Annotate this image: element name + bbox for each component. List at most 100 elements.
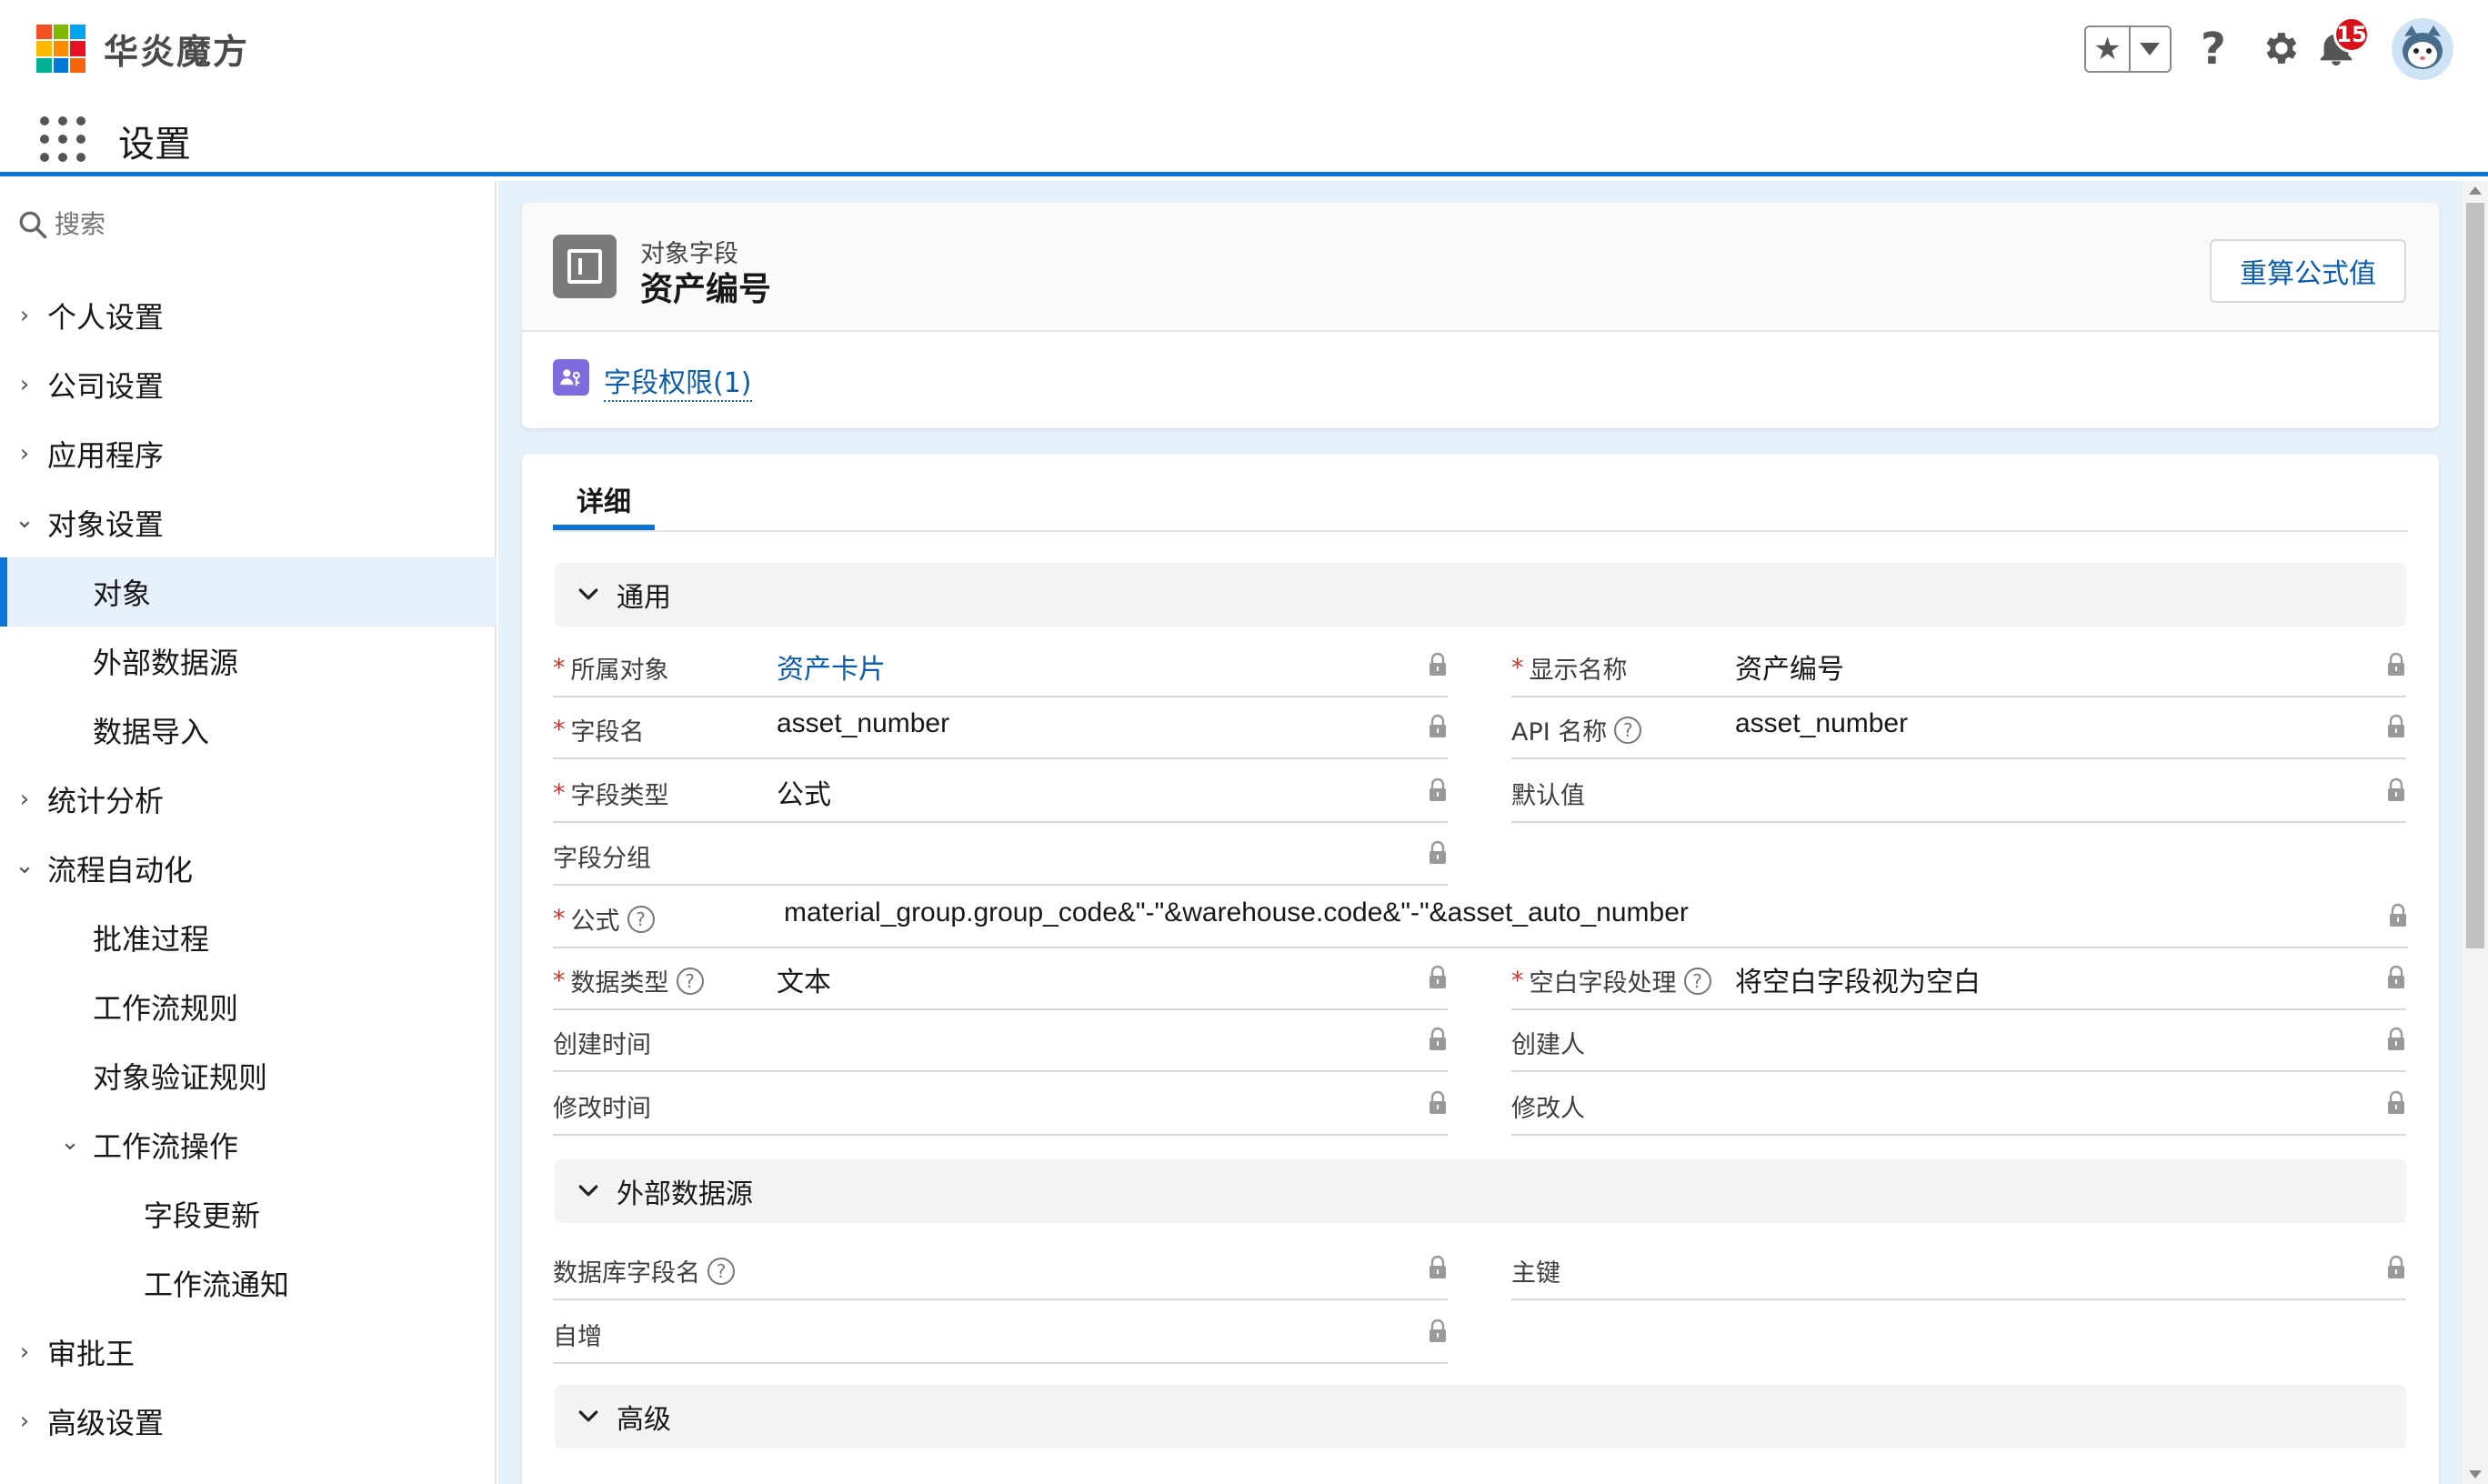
field-label-wrap: API 名称?	[1511, 712, 1642, 747]
detail-card: 详细 通用 * 所属对象 资产卡片 * 显示名称 资产编号 * 字段名 asset_number A…	[522, 454, 2439, 1484]
help-tooltip-icon[interactable]: ?	[676, 967, 704, 995]
chevron-down-icon[interactable]	[573, 1401, 604, 1432]
section-advanced[interactable]: 高级	[555, 1385, 2406, 1449]
sidebar-item[interactable]: ⌄ 流程自动化	[0, 834, 497, 903]
chevron-down-icon[interactable]	[573, 1176, 604, 1207]
help-tooltip-icon[interactable]: ?	[627, 905, 655, 933]
sidebar-search[interactable]	[16, 208, 418, 241]
help-tooltip-icon[interactable]: ?	[1683, 967, 1711, 995]
field-permissions-link[interactable]: 字段权限(1)	[604, 360, 752, 402]
chevron-right-icon[interactable]: ›	[13, 1339, 36, 1366]
field-label-wrap: * 公式?	[553, 901, 655, 937]
sidebar-item-label: 高级设置	[47, 1406, 165, 1440]
scroll-up-arrow[interactable]	[2469, 186, 2482, 195]
field-label-wrap: * 字段类型	[553, 776, 669, 811]
lock-icon	[1428, 1090, 1448, 1116]
required-asterisk: *	[553, 654, 566, 682]
sidebar-item[interactable]: 对象	[0, 557, 497, 627]
sidebar-item[interactable]: 外部数据源	[0, 627, 497, 696]
chevron-right-icon[interactable]: ›	[13, 371, 36, 398]
sidebar-item[interactable]: 字段更新	[0, 1179, 497, 1248]
sidebar-item-label: 数据导入	[93, 715, 210, 749]
sidebar-item-label: 应用程序	[47, 438, 165, 473]
lock-icon	[2386, 1255, 2406, 1280]
sidebar-item[interactable]: 工作流通知	[0, 1248, 497, 1318]
brand-logo[interactable]: 华炎魔方	[36, 24, 249, 74]
sidebar-item[interactable]: ⌄ 对象设置	[0, 488, 497, 557]
sidebar-item[interactable]: 批准过程	[0, 903, 497, 972]
field-modified-time: 修改时间	[553, 1072, 1448, 1136]
avatar[interactable]	[2392, 18, 2453, 80]
chevron-down-icon[interactable]: ⌄	[13, 506, 36, 534]
field-formula: * 公式? material_group.group_code&"-"&wareho…	[553, 885, 2408, 948]
lock-icon	[1428, 965, 1448, 990]
field-field-group: 字段分组	[553, 822, 1448, 886]
sidebar-item[interactable]: 工作流规则	[0, 972, 497, 1041]
sidebar-item-label: 字段更新	[144, 1198, 261, 1233]
help-icon[interactable]: ?	[2201, 24, 2226, 75]
sidebar-item[interactable]: › 应用程序	[0, 419, 497, 488]
vertical-scrollbar[interactable]	[2463, 181, 2488, 1484]
notification-count-badge[interactable]: 15	[2333, 16, 2370, 53]
scrollbar-thumb[interactable]	[2466, 203, 2484, 948]
field-value[interactable]: 资产卡片	[777, 647, 886, 687]
field-value: 将空白字段视为空白	[1735, 968, 1981, 998]
field-label: 数据类型	[570, 969, 669, 998]
tab-details[interactable]: 详细	[553, 474, 655, 530]
sidebar-item-label: 个人设置	[47, 300, 165, 335]
app-title: 设置	[118, 124, 191, 165]
field-label: 修改时间	[553, 1095, 651, 1123]
chevron-right-icon[interactable]: ›	[13, 440, 36, 467]
chevron-down-icon[interactable]	[2131, 27, 2170, 71]
field-label: 公式	[570, 907, 620, 936]
field-label: 创建人	[1511, 1031, 1585, 1059]
chevron-right-icon[interactable]: ›	[13, 1408, 36, 1435]
field-owner-object: * 所属对象 资产卡片	[553, 634, 1448, 697]
sidebar-item[interactable]: › 个人设置	[0, 281, 497, 350]
help-tooltip-icon[interactable]: ?	[1614, 716, 1642, 744]
field-label-wrap: 主键	[1511, 1253, 1560, 1288]
sidebar-item[interactable]: 数据导入	[0, 696, 497, 765]
sidebar-item[interactable]: › 审批王	[0, 1318, 497, 1387]
chevron-down-icon[interactable]	[573, 579, 604, 610]
field-label-wrap: * 所属对象	[553, 650, 669, 686]
favorites-button[interactable]: ★	[2084, 25, 2172, 73]
sidebar-item-label: 工作流规则	[93, 991, 239, 1026]
required-asterisk: *	[1511, 654, 1524, 682]
sidebar-item[interactable]: ⌄ 工作流操作	[0, 1110, 497, 1179]
field-label-wrap: 修改时间	[553, 1088, 651, 1124]
search-input[interactable]	[55, 210, 418, 239]
field-label: 显示名称	[1529, 657, 1628, 685]
scroll-down-arrow[interactable]	[2469, 1470, 2482, 1479]
field-label: 数据库字段名	[553, 1259, 700, 1288]
section-external-data-source[interactable]: 外部数据源	[555, 1159, 2406, 1223]
section-general[interactable]: 通用	[555, 563, 2406, 627]
setup-sidebar: › 个人设置 › 公司设置 › 应用程序 ⌄ 对象设置对象外部数据源数据导入 › 统计分析 ⌄ 流程自…	[0, 181, 497, 1484]
field-default-value: 默认值	[1511, 759, 2406, 823]
star-icon[interactable]: ★	[2086, 27, 2131, 71]
field-db-field-name: 数据库字段名?	[553, 1237, 1448, 1300]
chevron-down-icon[interactable]: ⌄	[58, 1128, 82, 1156]
help-tooltip-icon[interactable]: ?	[707, 1257, 735, 1285]
lock-icon	[1428, 1319, 1448, 1344]
chevron-right-icon[interactable]: ›	[13, 302, 36, 329]
app-launcher-icon[interactable]	[40, 116, 85, 162]
recalculate-formula-button[interactable]: 重算公式值	[2210, 239, 2406, 303]
sidebar-item-label: 对象	[93, 577, 152, 611]
field-display-name: * 显示名称 资产编号	[1511, 634, 2406, 697]
sidebar-item[interactable]: › 统计分析	[0, 765, 497, 834]
field-label: 所属对象	[570, 657, 669, 685]
sidebar-item[interactable]: › 高级设置	[0, 1387, 497, 1456]
field-label: 字段分组	[553, 845, 651, 873]
sidebar-item[interactable]: 对象验证规则	[0, 1041, 497, 1110]
sidebar-item[interactable]: › 公司设置	[0, 350, 497, 419]
chevron-down-icon[interactable]: ⌄	[13, 852, 36, 879]
gear-icon[interactable]	[2259, 27, 2301, 69]
lock-icon	[1428, 652, 1448, 677]
field-permission-icon	[553, 359, 589, 396]
chevron-right-icon[interactable]: ›	[13, 786, 36, 813]
